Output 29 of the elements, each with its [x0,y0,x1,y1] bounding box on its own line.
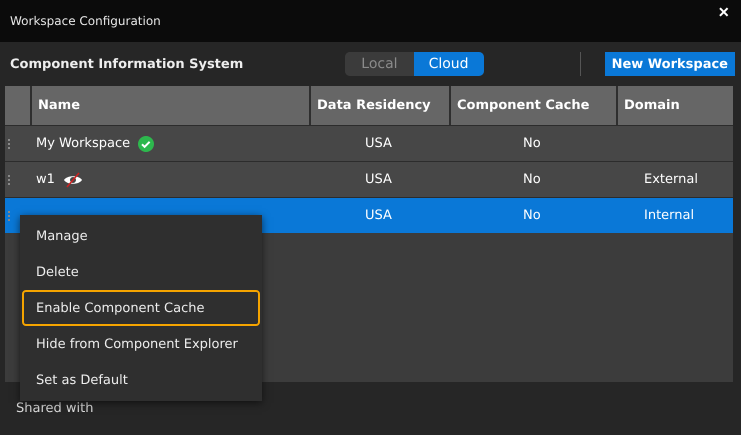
table-cell: No [523,208,541,223]
table-cell: w1 [36,172,55,187]
table-row[interactable]: My Workspace USA No [5,125,733,161]
column-header: Component Cache [451,86,616,125]
menu-item[interactable]: Enable Component Cache [22,290,260,326]
table-cell: No [523,136,541,151]
column-header: Name [32,86,309,125]
menu-item[interactable]: Hide from Component Explorer [22,326,260,362]
window-title: Workspace Configuration [10,14,161,28]
menu-item[interactable]: Delete [22,254,260,290]
table-cell: External [644,172,698,187]
eye-slash-icon [62,172,83,188]
toggle-option[interactable]: Cloud [414,52,484,76]
column-header: Domain [618,86,733,125]
check-icon [138,136,154,152]
table-cell: No [523,172,541,187]
shared-with-label: Shared with [16,401,94,416]
new-workspace-button[interactable]: New Workspace [604,52,735,76]
table-cell: My Workspace [36,136,130,151]
table-cell: Internal [644,208,694,223]
column-header: Data Residency [311,86,449,125]
table-cell: USA [365,172,392,187]
close-button[interactable]: × [718,2,729,23]
table-row[interactable]: w1 USA No External [5,161,733,197]
menu-item[interactable]: Set as Default [22,362,260,398]
system-label: Component Information System [10,56,244,72]
table-cell: USA [365,208,392,223]
column-header [5,86,30,125]
table-cell: USA [365,136,392,151]
